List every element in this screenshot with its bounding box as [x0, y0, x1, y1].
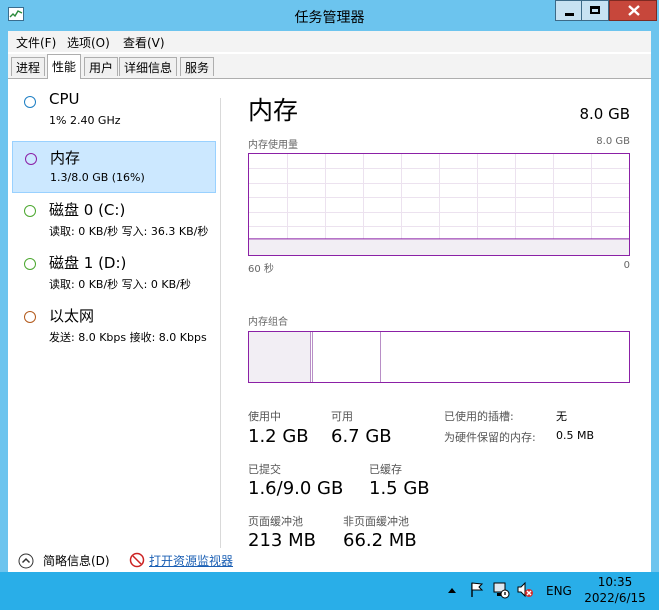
- in-use-value: 1.2 GB: [248, 426, 309, 447]
- window-client-area: 文件(F) 选项(O) 查看(V) 进程 性能 用户 详细信息 服务 CPU 1…: [8, 31, 651, 572]
- in-use-label: 使用中: [248, 410, 281, 423]
- memory-usage-graph: [248, 153, 630, 256]
- slots-used-label: 已使用的插槽:: [444, 410, 514, 423]
- minimize-button[interactable]: [555, 0, 582, 21]
- memory-total: 8.0 GB: [579, 105, 630, 123]
- resource-summary: 1% 2.40 GHz: [49, 114, 121, 127]
- clock-date: 2022/6/15: [584, 591, 646, 605]
- tab-performance[interactable]: 性能: [47, 54, 82, 79]
- disk-indicator-icon: [24, 205, 36, 217]
- tab-bar: 进程 性能 用户 详细信息 服务: [8, 54, 651, 79]
- resource-summary: 读取: 0 KB/秒 写入: 36.3 KB/秒: [49, 225, 209, 238]
- disk-indicator-icon: [24, 258, 36, 270]
- resource-list: CPU 1% 2.40 GHz 内存 1.3/8.0 GB (16%) 磁盘 0…: [8, 79, 220, 549]
- menu-bar: 文件(F) 选项(O) 查看(V): [8, 31, 651, 52]
- taskbar-clock[interactable]: 10:35 2022/6/15: [580, 574, 650, 606]
- nonpaged-pool-label: 非页面缓冲池: [343, 515, 409, 528]
- memory-indicator-icon: [25, 153, 37, 165]
- panel-divider[interactable]: [220, 98, 221, 548]
- resource-memory[interactable]: 内存 1.3/8.0 GB (16%): [12, 141, 216, 193]
- tab-users[interactable]: 用户: [84, 57, 119, 76]
- resource-name: 磁盘 0 (C:): [49, 201, 126, 219]
- composition-standby: [313, 332, 381, 382]
- available-label: 可用: [331, 410, 353, 423]
- maximize-icon: [590, 6, 600, 14]
- fewer-details-link[interactable]: 简略信息(D): [43, 552, 110, 569]
- slots-used-value: 无: [556, 410, 567, 423]
- resource-name: 磁盘 1 (D:): [49, 254, 127, 272]
- tab-services[interactable]: 服务: [180, 57, 215, 76]
- show-hidden-icons-icon[interactable]: [447, 586, 457, 594]
- close-icon: [628, 5, 640, 16]
- paged-pool-value: 213 MB: [248, 530, 316, 551]
- footer-bar: 简略信息(D) 打开资源监视器: [8, 549, 651, 572]
- menu-options[interactable]: 选项(O): [67, 34, 110, 51]
- composition-in-use: [249, 332, 311, 382]
- resource-cpu[interactable]: CPU 1% 2.40 GHz: [12, 85, 216, 137]
- resource-summary: 发送: 8.0 Kbps 接收: 8.0 Kbps: [49, 331, 207, 344]
- hardware-reserved-value: 0.5 MB: [556, 429, 595, 442]
- nonpaged-pool-value: 66.2 MB: [343, 530, 417, 551]
- resource-name: 内存: [50, 149, 81, 167]
- taskbar: ENG 10:35 2022/6/15: [0, 572, 659, 610]
- graph-time-left: 60 秒: [248, 264, 274, 275]
- resource-ethernet[interactable]: 以太网 发送: 8.0 Kbps 接收: 8.0 Kbps: [12, 300, 216, 352]
- volume-muted-icon[interactable]: [516, 581, 534, 599]
- collapse-up-icon[interactable]: [18, 553, 34, 569]
- tab-processes[interactable]: 进程: [11, 57, 46, 76]
- usage-graph-label: 内存使用量: [248, 140, 298, 151]
- memory-usage-area: [249, 238, 629, 255]
- input-language-indicator[interactable]: ENG: [546, 584, 572, 598]
- menu-file[interactable]: 文件(F): [16, 34, 56, 51]
- maximize-button[interactable]: [582, 0, 609, 21]
- menu-view[interactable]: 查看(V): [123, 34, 165, 51]
- resource-summary: 1.3/8.0 GB (16%): [50, 171, 145, 184]
- graph-time-right: 0: [623, 260, 630, 271]
- resource-name: CPU: [49, 90, 80, 108]
- tab-details[interactable]: 详细信息: [119, 57, 178, 76]
- clock-time: 10:35: [597, 575, 633, 589]
- resource-disk-0[interactable]: 磁盘 0 (C:) 读取: 0 KB/秒 写入: 36.3 KB/秒: [12, 194, 216, 246]
- usage-graph-max: 8.0 GB: [596, 136, 630, 147]
- task-manager-window: 任务管理器 文件(F) 选项(O) 查看(V) 进程 性能 用户 详细信息 服务: [0, 0, 659, 572]
- detail-title: 内存: [248, 96, 299, 125]
- committed-label: 已提交: [248, 463, 281, 476]
- resource-monitor-icon: [129, 552, 145, 568]
- cached-label: 已缓存: [369, 463, 402, 476]
- cached-value: 1.5 GB: [369, 478, 430, 499]
- available-value: 6.7 GB: [331, 426, 392, 447]
- composition-label: 内存组合: [248, 317, 288, 328]
- title-bar[interactable]: 任务管理器: [0, 0, 659, 30]
- minimize-icon: [565, 13, 574, 16]
- hardware-reserved-label: 为硬件保留的内存:: [444, 431, 536, 444]
- close-button[interactable]: [609, 0, 657, 21]
- committed-value: 1.6/9.0 GB: [248, 478, 344, 499]
- resource-disk-1[interactable]: 磁盘 1 (D:) 读取: 0 KB/秒 写入: 0 KB/秒: [12, 247, 216, 299]
- action-center-flag-icon[interactable]: [469, 581, 485, 598]
- open-resource-monitor-link[interactable]: 打开资源监视器: [149, 552, 233, 569]
- paged-pool-label: 页面缓冲池: [248, 515, 303, 528]
- network-icon[interactable]: [492, 581, 510, 599]
- memory-composition-bar: [248, 331, 630, 383]
- resource-summary: 读取: 0 KB/秒 写入: 0 KB/秒: [49, 278, 191, 291]
- resource-name: 以太网: [49, 307, 95, 325]
- cpu-indicator-icon: [24, 96, 36, 108]
- ethernet-indicator-icon: [24, 311, 36, 323]
